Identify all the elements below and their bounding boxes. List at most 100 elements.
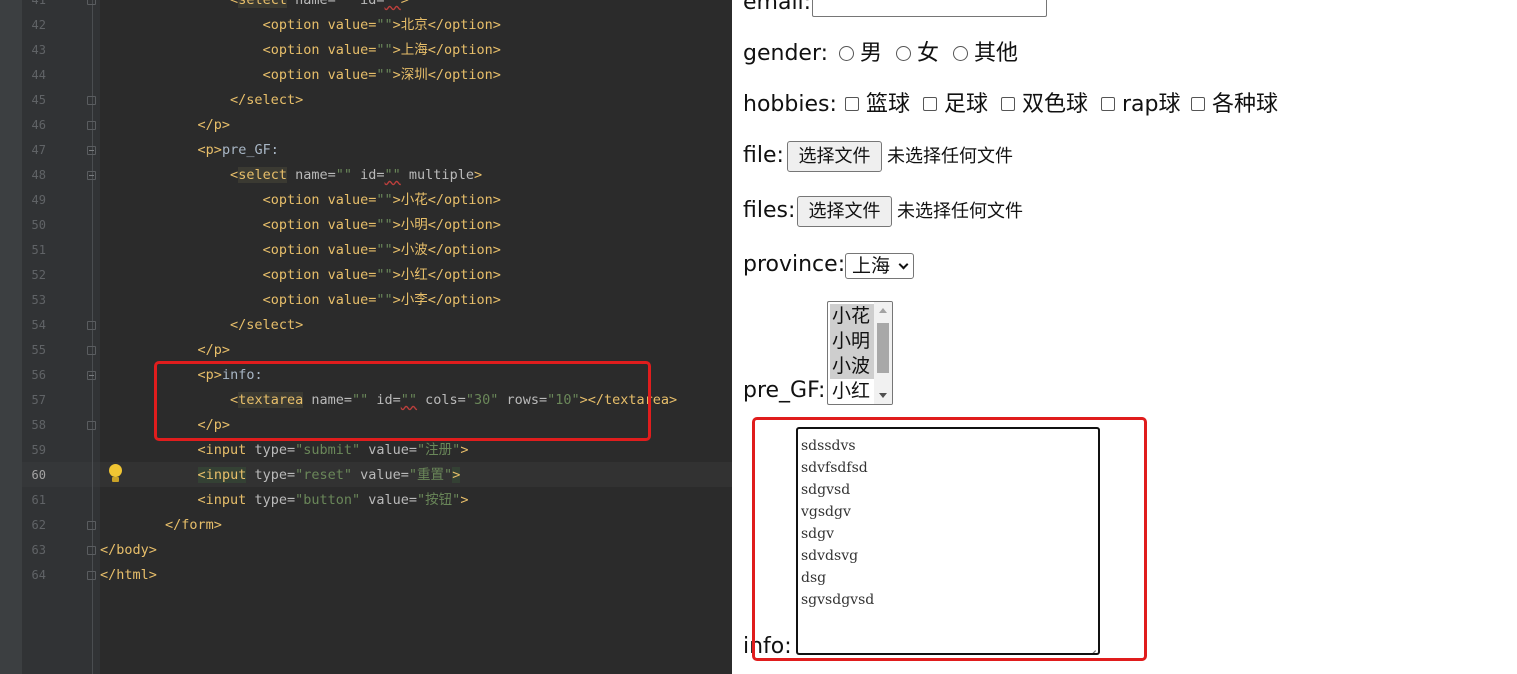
code-line[interactable]: <option value="">小明</option> — [100, 213, 501, 238]
code-line[interactable]: <option value="">深圳</option> — [100, 63, 501, 88]
line-number: 47 — [31, 143, 46, 157]
pre-gf-option[interactable]: 小明 — [830, 329, 876, 354]
chevron-down-icon — [898, 259, 909, 270]
code-token: pre_GF: — [221, 142, 279, 158]
code-token: >小红</option> — [392, 267, 501, 283]
fold-marker-icon[interactable] — [87, 96, 96, 105]
choose-files-button[interactable]: 选择文件 — [797, 196, 892, 227]
line-number: 45 — [31, 93, 46, 107]
fold-marker-icon[interactable] — [87, 346, 96, 355]
code-token: "button" — [295, 492, 361, 508]
line-number: 59 — [31, 443, 46, 457]
email-input[interactable] — [812, 0, 1047, 17]
line-number: 57 — [31, 393, 46, 407]
code-token: "重置" — [408, 467, 453, 483]
province-select[interactable]: 上海 — [845, 253, 914, 279]
line-number: 48 — [31, 168, 46, 182]
code-token: > — [452, 467, 461, 483]
code-token: </html> — [100, 567, 157, 583]
code-token: select — [238, 167, 287, 183]
code-token: "" — [376, 242, 393, 258]
hobby-checkbox[interactable] — [1101, 97, 1115, 111]
hobby-checkbox[interactable] — [1001, 97, 1015, 111]
code-token: <p> — [197, 142, 222, 158]
code-line[interactable]: <select name="" id=""> — [100, 0, 409, 13]
code-token: "" — [335, 0, 353, 8]
code-token: "" — [376, 192, 393, 208]
fold-marker-icon[interactable] — [87, 521, 96, 530]
code-line[interactable]: <option value="">小花</option> — [100, 188, 501, 213]
code-line[interactable]: </body> — [100, 538, 157, 563]
code-token: "" — [376, 292, 393, 308]
code-token: type= — [246, 492, 296, 508]
scrollbar-thumb[interactable] — [877, 323, 889, 373]
hobby-option-label: 篮球 — [866, 92, 911, 117]
no-files-text: 未选择任何文件 — [897, 201, 1023, 222]
gender-label: gender: — [743, 41, 829, 66]
fold-marker-icon[interactable] — [87, 121, 96, 130]
code-line[interactable]: </p> — [100, 338, 231, 363]
fold-marker-icon[interactable] — [87, 546, 96, 555]
hobby-option-label: 双色球 — [1022, 92, 1089, 117]
code-token: <option value= — [262, 17, 377, 33]
code-line[interactable]: </html> — [100, 563, 157, 588]
fold-marker-icon[interactable] — [87, 321, 96, 330]
code-line-current[interactable]: <input type="reset" value="重置"> — [100, 463, 461, 488]
code-token: </p> — [197, 117, 231, 133]
fold-marker-icon[interactable] — [87, 171, 96, 180]
pre-gf-multiselect[interactable]: 小花 小明 小波 小红 — [827, 301, 893, 405]
line-number: 62 — [31, 518, 46, 532]
code-line[interactable]: <option value="">小红</option> — [100, 263, 501, 288]
highlight-annotation-box — [154, 361, 651, 441]
gender-radio-other[interactable] — [953, 46, 968, 61]
code-line[interactable]: <option value="">上海</option> — [100, 38, 501, 63]
gender-radio-female[interactable] — [896, 46, 911, 61]
choose-file-button[interactable]: 选择文件 — [787, 141, 882, 172]
hobby-checkbox[interactable] — [845, 97, 859, 111]
scrollbar[interactable] — [874, 302, 892, 404]
code-token: value= — [360, 442, 418, 458]
pre-gf-option[interactable]: 小花 — [830, 304, 876, 329]
fold-marker-icon[interactable] — [87, 146, 96, 155]
code-token: > — [460, 442, 469, 458]
code-token: input — [205, 467, 247, 483]
scroll-down-arrow-icon[interactable] — [879, 393, 887, 398]
code-token: "reset" — [295, 467, 353, 483]
code-line[interactable]: <option value="">小波</option> — [100, 238, 501, 263]
pre-gf-option[interactable]: 小红 — [830, 379, 876, 404]
code-line[interactable]: </select> — [100, 88, 303, 113]
hobby-checkbox[interactable] — [923, 97, 937, 111]
code-line[interactable]: <input type="button" value="按钮"> — [100, 488, 469, 513]
gender-radio-male[interactable] — [839, 46, 854, 61]
code-token: > — [473, 167, 483, 183]
code-token: name= — [286, 0, 336, 8]
code-line[interactable]: <select name="" id="" multiple> — [100, 163, 482, 188]
code-line[interactable]: <option value="">北京</option> — [100, 13, 501, 38]
code-line[interactable]: </select> — [100, 313, 303, 338]
hobby-option-label: 足球 — [944, 92, 989, 117]
code-line[interactable]: </form> — [100, 513, 222, 538]
code-token: "" — [384, 0, 401, 8]
hobby-checkbox[interactable] — [1191, 97, 1205, 111]
code-token: >小李</option> — [392, 292, 501, 308]
line-number: 64 — [31, 568, 46, 582]
line-number: 58 — [31, 418, 46, 432]
fold-marker-icon[interactable] — [87, 421, 96, 430]
line-number: 54 — [31, 318, 46, 332]
code-line[interactable]: <input type="submit" value="注册"> — [100, 438, 469, 463]
pre-gf-option[interactable]: 小波 — [830, 354, 876, 379]
line-number: 44 — [31, 68, 46, 82]
code-line[interactable]: </p> — [100, 113, 231, 138]
code-token: <option value= — [262, 192, 377, 208]
code-token: >上海</option> — [392, 42, 501, 58]
line-number: 55 — [31, 343, 46, 357]
fold-marker-icon[interactable] — [87, 0, 96, 5]
code-line[interactable]: <p>pre_GF: — [100, 138, 279, 163]
fold-marker-icon[interactable] — [87, 371, 96, 380]
fold-marker-icon[interactable] — [87, 571, 96, 580]
lightbulb-intention-icon[interactable] — [108, 464, 123, 484]
scroll-up-arrow-icon[interactable] — [879, 308, 887, 313]
code-editor[interactable]: 41 42 43 44 45 46 47 48 49 50 51 52 53 5… — [0, 0, 732, 674]
code-token: <option value= — [262, 292, 377, 308]
code-line[interactable]: <option value="">小李</option> — [100, 288, 501, 313]
